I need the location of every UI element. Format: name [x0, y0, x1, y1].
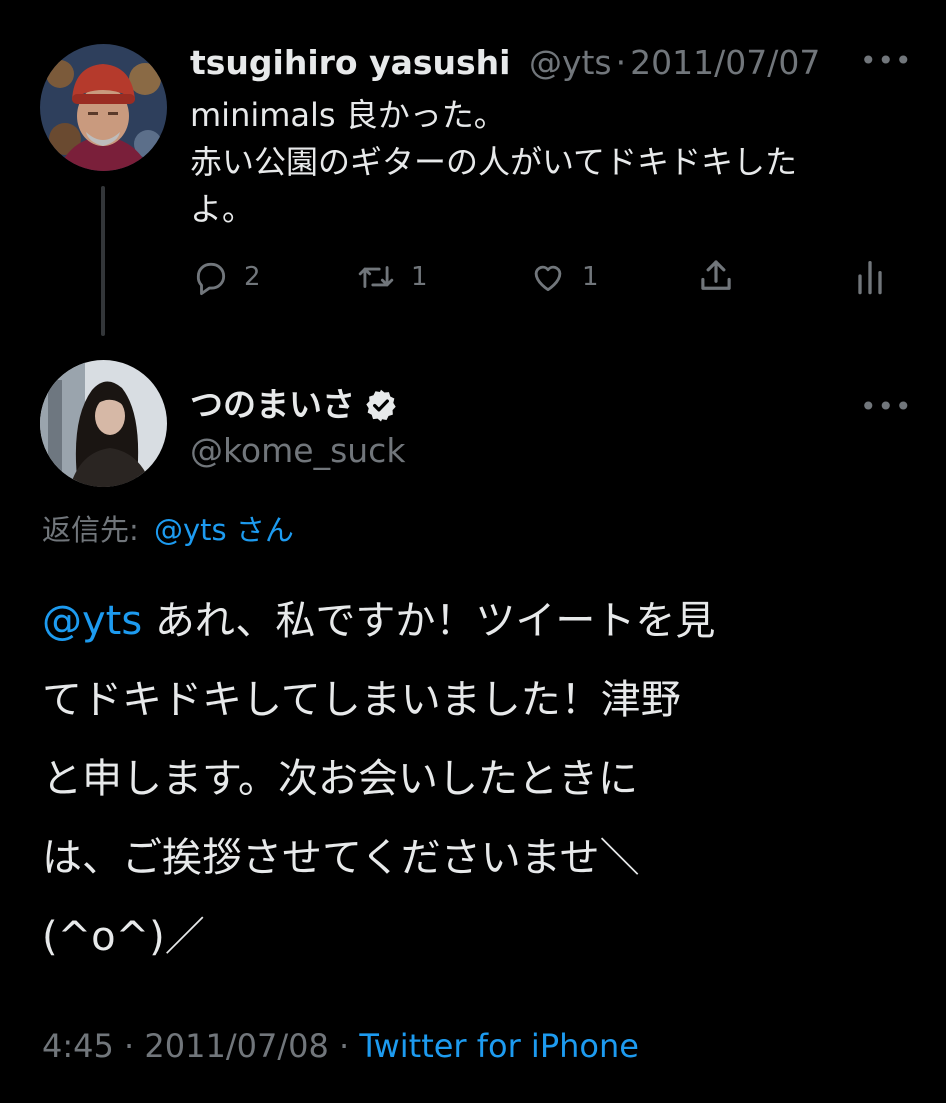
reply-text-line: てドキドキしてしまいました！津野	[42, 677, 681, 723]
parent-avatar[interactable]	[40, 44, 167, 171]
replying-to-line: 返信先: @yts さん	[42, 510, 294, 550]
meta-separator: ·	[338, 1027, 350, 1065]
parent-header-separator: ·	[615, 43, 627, 82]
retweet-button[interactable]: 1	[355, 258, 428, 296]
reply-author-row: つのまいさ	[190, 384, 399, 426]
reply-time[interactable]: 4:45	[42, 1027, 114, 1065]
reply-text-line: @yts あれ、私ですか！ツイートを見	[42, 582, 715, 661]
parent-author-name[interactable]: tsugihiro yasushi	[190, 43, 510, 82]
like-count: 1	[582, 262, 599, 292]
parent-text-line: よ。	[190, 190, 255, 228]
replying-to-handle[interactable]: @yts	[154, 513, 227, 547]
reply-handle[interactable]: @kome_suck	[190, 430, 405, 472]
reply-count: 2	[244, 262, 261, 292]
reply-date[interactable]: 2011/07/08	[144, 1027, 328, 1065]
reply-mention-link[interactable]: @yts	[42, 598, 142, 644]
like-icon	[534, 265, 562, 292]
replying-to-label: 返信先:	[42, 513, 139, 547]
parent-more-icon[interactable]: •••	[860, 44, 913, 77]
reply-more-icon[interactable]: •••	[860, 390, 913, 423]
analytics-button[interactable]	[852, 256, 888, 296]
share-icon	[701, 260, 731, 290]
reply-text-line: (^o^)／	[42, 914, 205, 960]
parent-tweet-text: minimals 良かった。 赤い公園のギターの人がいてドキドキした よ。	[190, 92, 797, 233]
parent-handle[interactable]: @yts	[529, 43, 612, 82]
verified-badge-icon	[366, 389, 396, 422]
replying-to-suffix: さん	[235, 513, 294, 547]
parent-date[interactable]: 2011/07/07	[630, 43, 820, 82]
like-button[interactable]: 1	[528, 258, 599, 296]
reply-button[interactable]: 2	[192, 258, 261, 296]
analytics-icon	[858, 261, 882, 295]
retweet-count: 1	[411, 262, 428, 292]
parent-text-line: minimals 良かった。	[190, 96, 506, 134]
parent-text-line: 赤い公園のギターの人がいてドキドキした	[190, 143, 798, 181]
reply-avatar[interactable]	[40, 360, 167, 487]
thread-connector-line	[101, 186, 105, 336]
meta-separator: ·	[124, 1027, 135, 1065]
reply-text-first: あれ、私ですか！ツイートを見	[154, 598, 716, 644]
tweet-source-link[interactable]: Twitter for iPhone	[359, 1027, 639, 1065]
retweet-icon	[358, 266, 394, 288]
reply-tweet-body: @yts あれ、私ですか！ツイートを見 てドキドキしてしまいました！津野 と申し…	[42, 582, 715, 977]
share-button[interactable]	[695, 255, 737, 297]
reply-text-line: は、ご挨拶させてくださいませ＼	[42, 835, 640, 881]
reply-author-name[interactable]: つのまいさ	[190, 384, 355, 426]
reply-icon	[196, 262, 226, 296]
reply-text-line: と申します。次お会いしたときに	[42, 756, 638, 802]
parent-header: tsugihiro yasushi @yts · 2011/07/07	[190, 42, 820, 84]
reply-meta-line: 4:45 · 2011/07/08 · Twitter for iPhone	[42, 1024, 639, 1068]
